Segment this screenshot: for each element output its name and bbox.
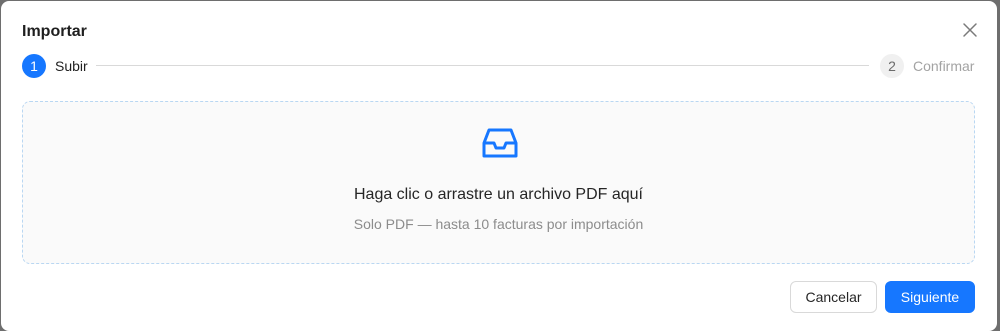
upload-hint-text: Solo PDF — hasta 10 facturas por importa… [353,216,644,232]
step-1-number: 1 [22,54,46,78]
import-dialog: Importar 1 Subir 2 Confirmar Haga clic o… [1,1,997,331]
step-1-label: Subir [55,58,88,74]
upload-main-text: Haga clic o arrastre un archivo PDF aquí [353,186,643,203]
close-icon [963,23,977,37]
upload-dropzone[interactable]: Haga clic o arrastre un archivo PDF aquí… [22,101,975,264]
step-connector [96,65,869,66]
step-2-number: 2 [880,54,904,78]
steps-indicator: 1 Subir 2 Confirmar [22,54,977,78]
close-button[interactable] [959,19,981,41]
next-button[interactable]: Siguiente [885,281,975,313]
inbox-icon [482,128,518,158]
step-2-label: Confirmar [913,58,975,74]
cancel-button[interactable]: Cancelar [790,281,877,313]
dialog-title: Importar [22,23,87,40]
